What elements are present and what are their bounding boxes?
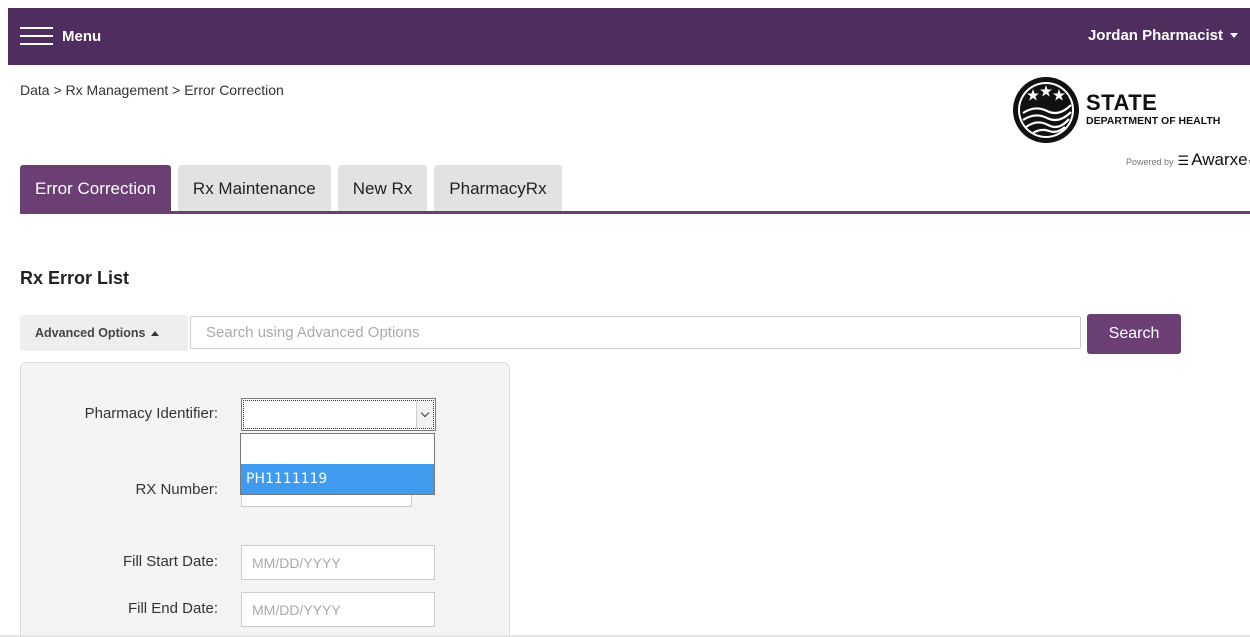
menu-button[interactable]: Menu <box>20 25 101 47</box>
tab-rx-maintenance[interactable]: Rx Maintenance <box>177 165 331 213</box>
advanced-options-label: Advanced Options <box>35 326 146 340</box>
pharmacy-identifier-select[interactable] <box>241 398 436 431</box>
dropdown-option-empty[interactable] <box>241 434 434 464</box>
hamburger-icon <box>20 25 53 47</box>
search-button[interactable]: Search <box>1087 314 1181 354</box>
state-department-logo: STATE DEPARTMENT OF HEALTH <box>1011 73 1247 143</box>
awarxe-logo-icon: ☰ <box>1177 153 1190 168</box>
fill-start-date-input[interactable] <box>241 545 435 580</box>
caret-down-icon <box>1230 33 1238 38</box>
pharmacy-identifier-label: Pharmacy Identifier: <box>84 405 218 422</box>
caret-up-icon <box>151 330 160 336</box>
state-seal-logo <box>1013 77 1079 143</box>
pharmacy-identifier-dropdown: PH1111119 <box>240 433 435 495</box>
powered-by-label: Powered by <box>1126 157 1174 167</box>
dropdown-option-ph1111119[interactable]: PH1111119 <box>241 464 434 494</box>
rx-number-input[interactable] <box>241 495 412 507</box>
page-title: Rx Error List <box>20 268 130 288</box>
logo-state-text: STATE <box>1086 90 1158 115</box>
breadcrumb: Data > Rx Management > Error Correction <box>20 82 284 98</box>
fill-end-date-input[interactable] <box>241 592 435 627</box>
chevron-down-icon <box>420 408 430 418</box>
fill-start-date-label: Fill Start Date: <box>122 553 218 570</box>
advanced-options-toggle[interactable]: Advanced Options <box>20 315 188 351</box>
powered-by-awarxe: Powered by ☰ Awarxe ™ <box>1126 150 1250 170</box>
awarxe-brand: Awarxe <box>1191 150 1248 169</box>
rx-number-label: RX Number: <box>135 481 218 498</box>
menu-label: Menu <box>62 27 102 45</box>
tab-bar: Error Correction Rx Maintenance New Rx P… <box>20 165 569 213</box>
fill-end-date-label: Fill End Date: <box>127 600 218 617</box>
user-name: Jordan Pharmacist <box>1087 27 1223 44</box>
search-input[interactable] <box>190 316 1081 349</box>
tab-new-rx[interactable]: New Rx <box>337 165 428 213</box>
tab-error-correction[interactable]: Error Correction <box>20 165 171 213</box>
select-arrow <box>416 401 433 428</box>
user-menu-button[interactable]: Jordan Pharmacist <box>1088 27 1238 44</box>
top-navigation-bar: Menu Jordan Pharmacist <box>8 8 1250 65</box>
tab-underline <box>20 211 1250 214</box>
logo-department-text: DEPARTMENT OF HEALTH <box>1086 115 1221 127</box>
tab-pharmacy-rx[interactable]: PharmacyRx <box>434 165 562 213</box>
